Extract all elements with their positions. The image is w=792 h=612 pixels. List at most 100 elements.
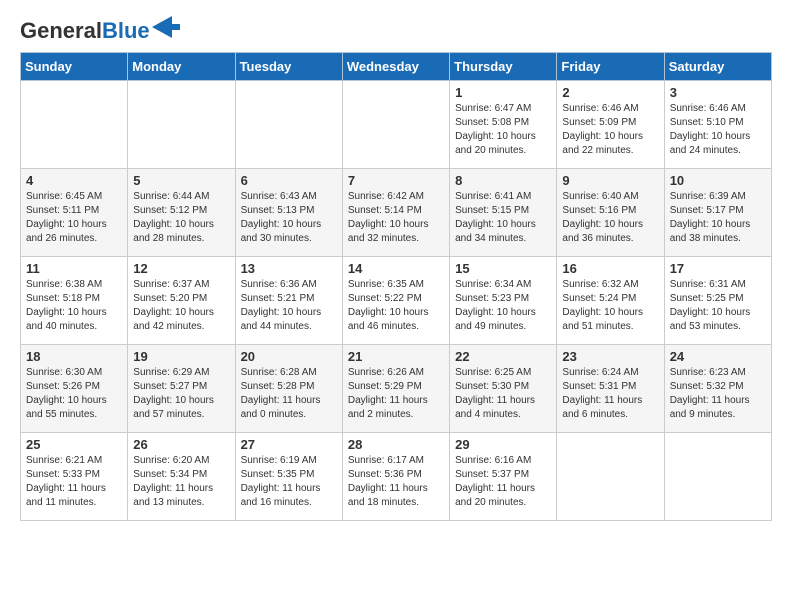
- calendar-cell: 17 Sunrise: 6:31 AM Sunset: 5:25 PM Dayli…: [664, 257, 771, 345]
- calendar-cell: 7 Sunrise: 6:42 AM Sunset: 5:14 PM Daylig…: [342, 169, 449, 257]
- day-number: 2: [562, 85, 658, 100]
- cell-content: Sunrise: 6:46 AM Sunset: 5:10 PM Dayligh…: [670, 102, 766, 158]
- calendar-week-row: 25 Sunrise: 6:21 AM Sunset: 5:33 PM Dayli…: [21, 433, 772, 521]
- weekday-header-sunday: Sunday: [21, 53, 128, 81]
- logo-general: General: [20, 18, 102, 43]
- logo-icon: [152, 16, 180, 38]
- calendar-cell: [235, 81, 342, 169]
- cell-content: Sunrise: 6:20 AM Sunset: 5:34 PM Dayligh…: [133, 454, 229, 510]
- calendar-cell: 6 Sunrise: 6:43 AM Sunset: 5:13 PM Daylig…: [235, 169, 342, 257]
- day-number: 12: [133, 261, 229, 276]
- day-number: 20: [241, 349, 337, 364]
- page-header: GeneralBlue: [20, 20, 772, 42]
- calendar-cell: [128, 81, 235, 169]
- calendar-cell: 20 Sunrise: 6:28 AM Sunset: 5:28 PM Dayli…: [235, 345, 342, 433]
- logo-text: GeneralBlue: [20, 20, 150, 42]
- weekday-header-friday: Friday: [557, 53, 664, 81]
- cell-content: Sunrise: 6:39 AM Sunset: 5:17 PM Dayligh…: [670, 190, 766, 246]
- cell-content: Sunrise: 6:43 AM Sunset: 5:13 PM Dayligh…: [241, 190, 337, 246]
- cell-content: Sunrise: 6:42 AM Sunset: 5:14 PM Dayligh…: [348, 190, 444, 246]
- calendar-week-row: 4Sunrise: 6:45 AM Sunset: 5:11 PM Daylig…: [21, 169, 772, 257]
- calendar-cell: [664, 433, 771, 521]
- day-number: 15: [455, 261, 551, 276]
- weekday-header-saturday: Saturday: [664, 53, 771, 81]
- calendar-table: SundayMondayTuesdayWednesdayThursdayFrid…: [20, 52, 772, 521]
- calendar-cell: 13Sunrise: 6:36 AM Sunset: 5:21 PM Dayli…: [235, 257, 342, 345]
- cell-content: Sunrise: 6:47 AM Sunset: 5:08 PM Dayligh…: [455, 102, 551, 158]
- calendar-cell: 3 Sunrise: 6:46 AM Sunset: 5:10 PM Daylig…: [664, 81, 771, 169]
- calendar-cell: 11Sunrise: 6:38 AM Sunset: 5:18 PM Dayli…: [21, 257, 128, 345]
- calendar-cell: [557, 433, 664, 521]
- day-number: 3: [670, 85, 766, 100]
- weekday-header-tuesday: Tuesday: [235, 53, 342, 81]
- calendar-cell: 21Sunrise: 6:26 AM Sunset: 5:29 PM Dayli…: [342, 345, 449, 433]
- calendar-cell: [342, 81, 449, 169]
- calendar-cell: 1 Sunrise: 6:47 AM Sunset: 5:08 PM Daylig…: [450, 81, 557, 169]
- calendar-cell: 29 Sunrise: 6:16 AM Sunset: 5:37 PM Dayli…: [450, 433, 557, 521]
- day-number: 23: [562, 349, 658, 364]
- logo-blue: Blue: [102, 18, 150, 43]
- weekday-header-monday: Monday: [128, 53, 235, 81]
- cell-content: Sunrise: 6:31 AM Sunset: 5:25 PM Dayligh…: [670, 278, 766, 334]
- cell-content: Sunrise: 6:21 AM Sunset: 5:33 PM Dayligh…: [26, 454, 122, 510]
- cell-content: Sunrise: 6:41 AM Sunset: 5:15 PM Dayligh…: [455, 190, 551, 246]
- cell-content: Sunrise: 6:40 AM Sunset: 5:16 PM Dayligh…: [562, 190, 658, 246]
- calendar-cell: 24Sunrise: 6:23 AM Sunset: 5:32 PM Dayli…: [664, 345, 771, 433]
- day-number: 4: [26, 173, 122, 188]
- day-number: 26: [133, 437, 229, 452]
- cell-content: Sunrise: 6:36 AM Sunset: 5:21 PM Dayligh…: [241, 278, 337, 334]
- calendar-cell: 18Sunrise: 6:30 AM Sunset: 5:26 PM Dayli…: [21, 345, 128, 433]
- day-number: 21: [348, 349, 444, 364]
- day-number: 10: [670, 173, 766, 188]
- calendar-cell: 10 Sunrise: 6:39 AM Sunset: 5:17 PM Dayli…: [664, 169, 771, 257]
- calendar-cell: 15 Sunrise: 6:34 AM Sunset: 5:23 PM Dayli…: [450, 257, 557, 345]
- day-number: 8: [455, 173, 551, 188]
- cell-content: Sunrise: 6:32 AM Sunset: 5:24 PM Dayligh…: [562, 278, 658, 334]
- cell-content: Sunrise: 6:34 AM Sunset: 5:23 PM Dayligh…: [455, 278, 551, 334]
- cell-content: Sunrise: 6:29 AM Sunset: 5:27 PM Dayligh…: [133, 366, 229, 422]
- cell-content: Sunrise: 6:16 AM Sunset: 5:37 PM Dayligh…: [455, 454, 551, 510]
- day-number: 1: [455, 85, 551, 100]
- calendar-cell: [21, 81, 128, 169]
- day-number: 28: [348, 437, 444, 452]
- calendar-week-row: 18Sunrise: 6:30 AM Sunset: 5:26 PM Dayli…: [21, 345, 772, 433]
- day-number: 25: [26, 437, 122, 452]
- calendar-cell: 2 Sunrise: 6:46 AM Sunset: 5:09 PM Daylig…: [557, 81, 664, 169]
- calendar-cell: 14 Sunrise: 6:35 AM Sunset: 5:22 PM Dayli…: [342, 257, 449, 345]
- calendar-week-row: 1 Sunrise: 6:47 AM Sunset: 5:08 PM Daylig…: [21, 81, 772, 169]
- calendar-week-row: 11Sunrise: 6:38 AM Sunset: 5:18 PM Dayli…: [21, 257, 772, 345]
- weekday-header-thursday: Thursday: [450, 53, 557, 81]
- cell-content: Sunrise: 6:46 AM Sunset: 5:09 PM Dayligh…: [562, 102, 658, 158]
- calendar-cell: 9 Sunrise: 6:40 AM Sunset: 5:16 PM Daylig…: [557, 169, 664, 257]
- calendar-cell: 16 Sunrise: 6:32 AM Sunset: 5:24 PM Dayli…: [557, 257, 664, 345]
- calendar-cell: 28 Sunrise: 6:17 AM Sunset: 5:36 PM Dayli…: [342, 433, 449, 521]
- calendar-cell: 22Sunrise: 6:25 AM Sunset: 5:30 PM Dayli…: [450, 345, 557, 433]
- calendar-cell: 26 Sunrise: 6:20 AM Sunset: 5:34 PM Dayli…: [128, 433, 235, 521]
- cell-content: Sunrise: 6:37 AM Sunset: 5:20 PM Dayligh…: [133, 278, 229, 334]
- cell-content: Sunrise: 6:30 AM Sunset: 5:26 PM Dayligh…: [26, 366, 122, 422]
- day-number: 7: [348, 173, 444, 188]
- calendar-cell: 8 Sunrise: 6:41 AM Sunset: 5:15 PM Daylig…: [450, 169, 557, 257]
- logo: GeneralBlue: [20, 20, 180, 42]
- day-number: 29: [455, 437, 551, 452]
- day-number: 17: [670, 261, 766, 276]
- cell-content: Sunrise: 6:17 AM Sunset: 5:36 PM Dayligh…: [348, 454, 444, 510]
- day-number: 27: [241, 437, 337, 452]
- calendar-cell: 19 Sunrise: 6:29 AM Sunset: 5:27 PM Dayli…: [128, 345, 235, 433]
- day-number: 19: [133, 349, 229, 364]
- cell-content: Sunrise: 6:28 AM Sunset: 5:28 PM Dayligh…: [241, 366, 337, 422]
- calendar-cell: 12 Sunrise: 6:37 AM Sunset: 5:20 PM Dayli…: [128, 257, 235, 345]
- day-number: 9: [562, 173, 658, 188]
- calendar-cell: 4Sunrise: 6:45 AM Sunset: 5:11 PM Daylig…: [21, 169, 128, 257]
- calendar-header-row: SundayMondayTuesdayWednesdayThursdayFrid…: [21, 53, 772, 81]
- cell-content: Sunrise: 6:24 AM Sunset: 5:31 PM Dayligh…: [562, 366, 658, 422]
- day-number: 14: [348, 261, 444, 276]
- day-number: 5: [133, 173, 229, 188]
- day-number: 6: [241, 173, 337, 188]
- cell-content: Sunrise: 6:35 AM Sunset: 5:22 PM Dayligh…: [348, 278, 444, 334]
- day-number: 16: [562, 261, 658, 276]
- day-number: 11: [26, 261, 122, 276]
- calendar-cell: 27 Sunrise: 6:19 AM Sunset: 5:35 PM Dayli…: [235, 433, 342, 521]
- cell-content: Sunrise: 6:19 AM Sunset: 5:35 PM Dayligh…: [241, 454, 337, 510]
- weekday-header-wednesday: Wednesday: [342, 53, 449, 81]
